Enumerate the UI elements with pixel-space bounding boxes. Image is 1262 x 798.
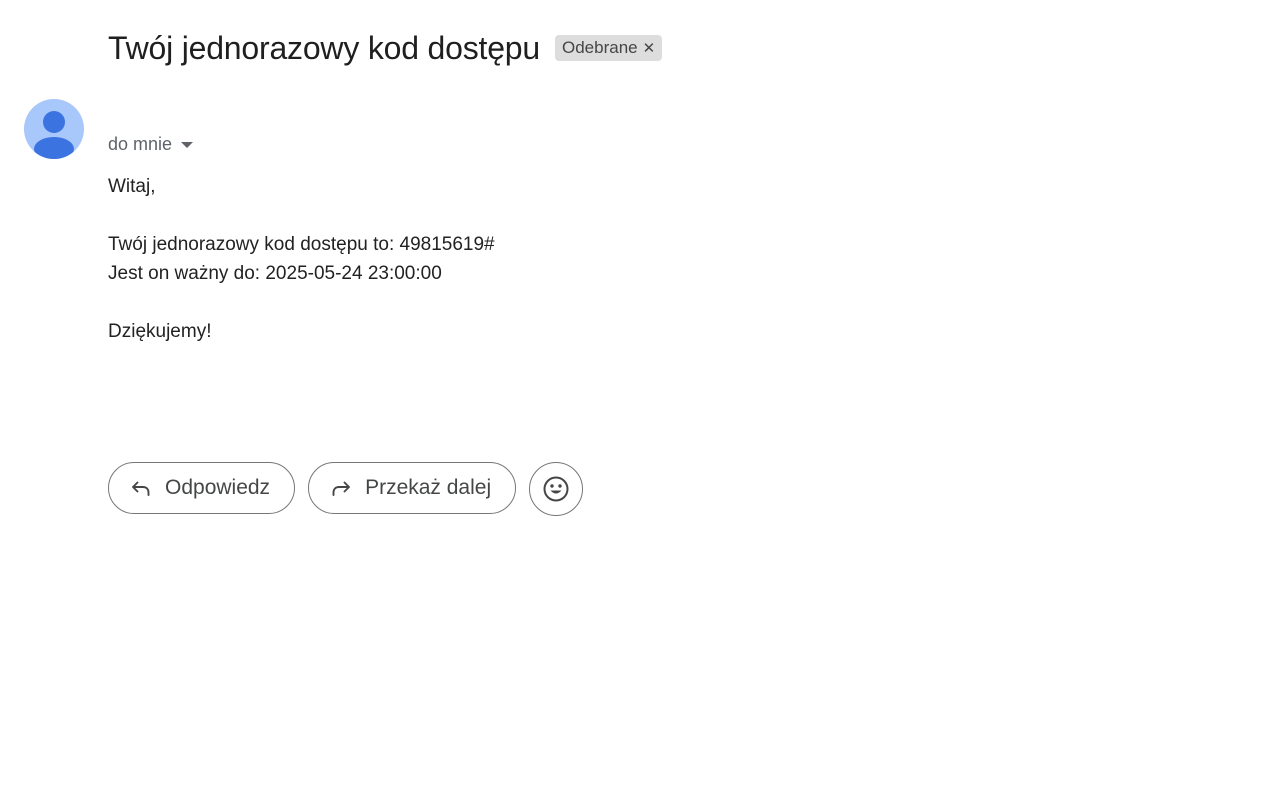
recipient-text: do mnie [108, 133, 173, 154]
person-avatar-icon [34, 111, 74, 159]
reply-icon [132, 481, 150, 496]
label-chip-text: Odebrane [562, 38, 638, 57]
message-actions: Odpowiedz Przekaż dalej [108, 462, 584, 516]
emoji-reaction-button[interactable] [529, 462, 584, 516]
body-greeting: Witaj, [108, 176, 156, 197]
emoji-reaction-icon [543, 476, 569, 502]
forward-button[interactable]: Przekaż dalej [308, 462, 517, 514]
close-icon[interactable]: ✕ [643, 41, 656, 56]
chevron-down-icon [181, 142, 194, 148]
reply-button-label: Odpowiedz [165, 476, 271, 499]
label-chip-inbox[interactable]: Odebrane ✕ [555, 35, 663, 61]
email-subject: Twój jednorazowy kod dostępu [108, 29, 540, 66]
body-validity-line: Jest on ważny do: 2025-05-24 23:00:00 [108, 263, 442, 284]
sender-avatar[interactable] [24, 99, 84, 159]
forward-icon [332, 481, 351, 496]
reply-button[interactable]: Odpowiedz [108, 462, 296, 514]
subject-row: Twój jednorazowy kod dostępu Odebrane ✕ [108, 27, 663, 69]
recipient-details-toggle[interactable]: do mnie [108, 132, 194, 156]
body-code-line: Twój jednorazowy kod dostępu to: 4981561… [108, 234, 495, 255]
email-body: Witaj, Twój jednorazowy kod dostępu to: … [108, 172, 495, 346]
forward-button-label: Przekaż dalej [365, 476, 492, 499]
body-closing: Dziękujemy! [108, 321, 212, 342]
